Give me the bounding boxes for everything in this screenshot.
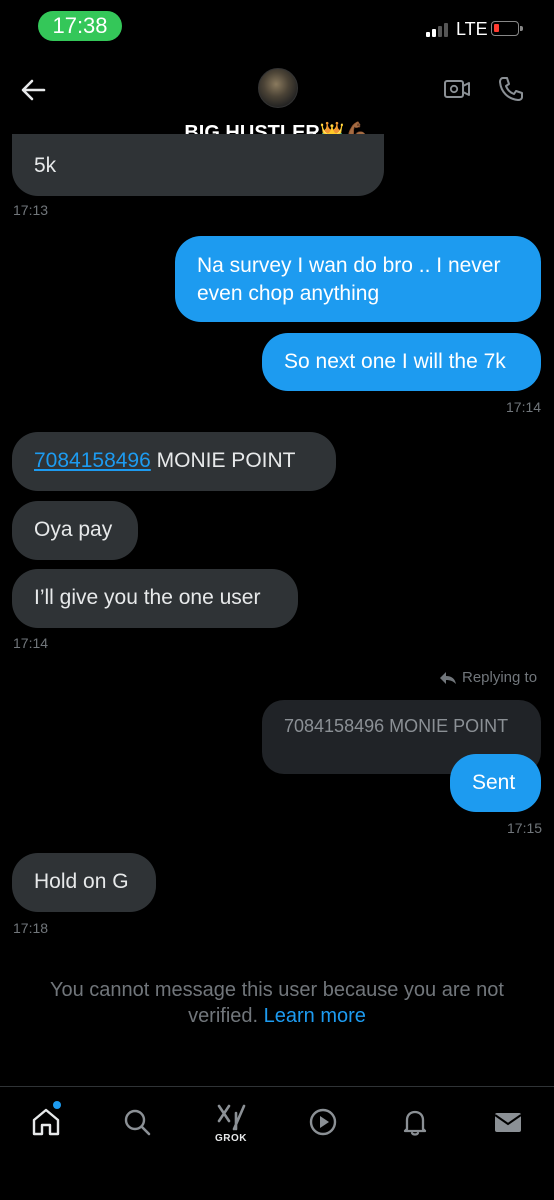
message-bubble[interactable]: 5k [12,134,384,196]
learn-more-link[interactable]: Learn more [264,1005,366,1027]
replying-label: Replying to [462,669,538,686]
message-bubble[interactable]: Sent [450,754,541,812]
message-bubble[interactable]: So next one I will the 7k [262,333,541,391]
message-timestamp: 17:14 [13,635,49,651]
message-timestamp: 17:15 [507,820,543,836]
nav-divider [0,1086,554,1087]
message-text: Na survey I wan do bro .. I never even c… [197,254,501,305]
quoted-text: 7084158496 MONIE POINT [284,716,509,736]
message-bubble[interactable]: Oya pay [12,501,138,560]
message-timestamp: 17:18 [13,920,49,936]
message-text: 5k [34,154,57,177]
bell-icon[interactable] [395,1102,435,1142]
message-text: Sent [472,771,516,794]
play-icon[interactable] [303,1102,343,1142]
message-timestamp: 17:13 [13,202,49,218]
message-text: MONIE POINT [156,449,296,472]
message-bubble[interactable]: Hold on G [12,853,156,912]
mail-icon[interactable] [488,1102,528,1142]
status-bar: 17:38 LTE [0,0,554,52]
grok-icon[interactable] [211,1098,251,1138]
notification-dot [53,1101,61,1109]
signal-icon [426,21,448,37]
video-call-icon[interactable] [442,74,472,104]
message-text: Oya pay [34,518,113,541]
phone-icon[interactable] [496,74,526,104]
message-timestamp: 17:14 [506,399,542,415]
reply-arrow-icon [440,671,456,684]
message-bubble[interactable]: I’ll give you the one user [12,569,298,628]
grok-label: GROK [215,1133,247,1144]
back-arrow-icon[interactable] [18,74,50,106]
network-label: LTE [456,19,488,39]
phone-number-link[interactable]: 7084158496 [34,449,151,472]
message-text: I’ll give you the one user [34,586,261,609]
avatar[interactable] [258,68,298,108]
message-bubble[interactable]: 7084158496 MONIE POINT [12,432,336,491]
home-icon[interactable] [26,1102,66,1142]
status-time: 17:38 [38,11,122,41]
verification-notice: You cannot message this user because you… [24,977,530,1029]
search-icon[interactable] [117,1102,157,1142]
message-text: So next one I will the 7k [284,350,506,373]
replying-to-indicator: Replying to [438,669,537,686]
battery-icon [491,21,523,36]
message-bubble[interactable]: Na survey I wan do bro .. I never even c… [175,236,541,322]
message-text: Hold on G [34,870,129,893]
